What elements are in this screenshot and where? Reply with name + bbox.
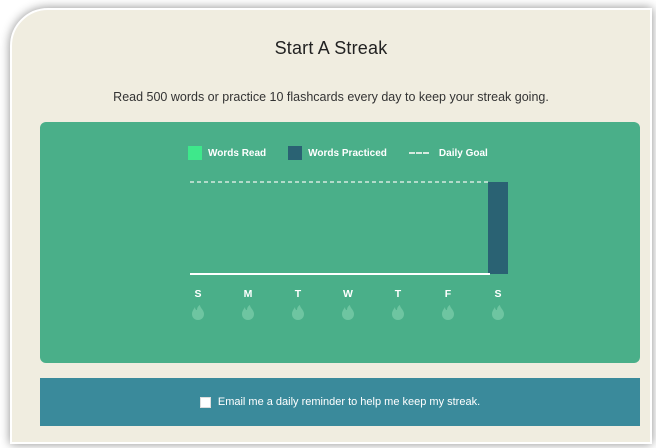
day-label: S: [194, 288, 201, 300]
words-practiced-bar: [488, 182, 508, 274]
streak-panel: Start A Streak Read 500 words or practic…: [10, 8, 652, 444]
flame-icon: [392, 305, 404, 320]
day-label: M: [244, 288, 253, 300]
day-label: T: [395, 288, 402, 300]
day-label: S: [494, 288, 501, 300]
page-title: Start A Streak: [274, 38, 388, 58]
flame-icon: [442, 305, 454, 320]
streak-instructions: Read 500 words or practice 10 flashcards…: [113, 90, 549, 104]
day-label: W: [343, 288, 353, 300]
day-label: T: [295, 288, 302, 300]
flame-icon: [192, 305, 204, 320]
email-reminder-checkbox[interactable]: [199, 396, 211, 408]
email-reminder-bar[interactable]: Email me a daily reminder to help me kee…: [40, 378, 640, 426]
flame-icon: [292, 305, 304, 320]
day-label: F: [445, 288, 452, 300]
streak-bar-chart: SMTWTFS: [190, 181, 508, 320]
flame-icon: [242, 305, 254, 320]
flame-icon: [492, 305, 504, 320]
email-reminder-label[interactable]: Email me a daily reminder to help me kee…: [218, 396, 480, 408]
flame-icon: [342, 305, 354, 320]
streak-chart-card: Words Read Words Practiced Daily Goal SM…: [40, 122, 640, 363]
